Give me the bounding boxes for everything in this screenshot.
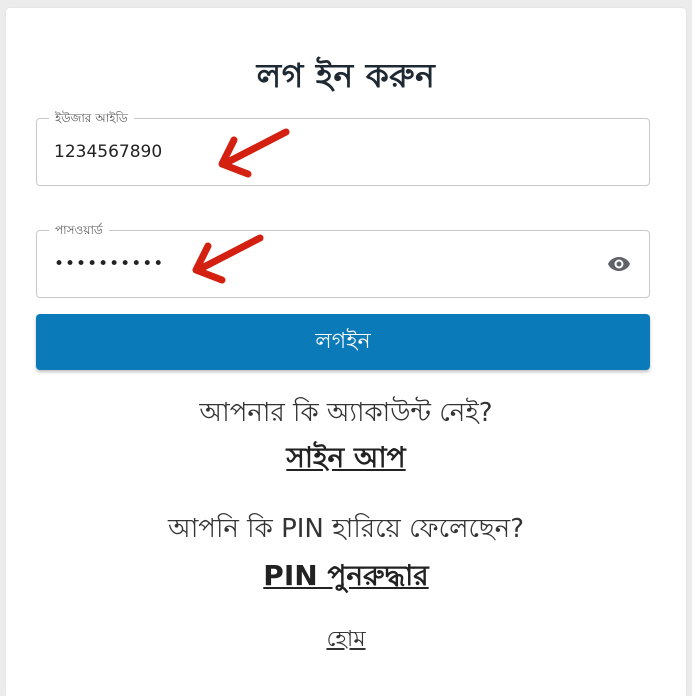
home-link[interactable]: হোম <box>6 622 686 659</box>
password-field[interactable]: পাসওয়ার্ড <box>36 222 650 298</box>
user-id-input[interactable] <box>54 119 594 185</box>
page-title: লগ ইন করুন <box>256 56 436 95</box>
signup-prompt: আপনার কি অ্যাকাউন্ট নেই? <box>199 398 493 428</box>
user-id-field[interactable]: ইউজার আইডি <box>36 110 650 186</box>
pin-prompt: আপনি কি PIN হারিয়ে ফেলেছেন? <box>167 514 524 544</box>
login-button[interactable]: লগইন <box>36 314 650 370</box>
login-card: লগ ইন করুন ইউজার আইডি পাসওয়ার্ড লগইন আপ… <box>6 8 686 696</box>
eye-icon[interactable] <box>605 252 633 276</box>
signup-link[interactable]: সাইন আপ <box>6 436 686 483</box>
password-input[interactable] <box>54 231 594 297</box>
pin-recovery-link[interactable]: PIN পুনরুদ্ধার <box>6 554 686 601</box>
